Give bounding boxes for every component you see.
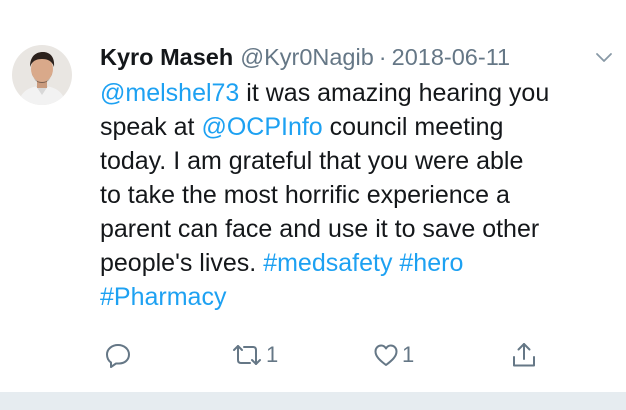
separator-dot: ·: [378, 44, 387, 70]
share-icon: [513, 343, 535, 367]
hashtag-link[interactable]: #hero: [399, 249, 463, 277]
tweet-text-line: parent can face and use it to save other: [100, 212, 620, 246]
tweet-text-segment: people's lives.: [100, 249, 264, 277]
tweet-text-line: @melshel73 it was amazing hearing you: [100, 76, 620, 110]
like-button[interactable]: 1: [372, 338, 414, 372]
retweet-count: 1: [266, 342, 279, 367]
avatar[interactable]: [12, 45, 72, 105]
reply-button[interactable]: [104, 338, 132, 372]
tweet-text-segment: parent can face and use it to save other: [100, 215, 540, 243]
like-count: 1: [402, 342, 415, 367]
tweet-text-line: to take the most horrific experience a: [100, 178, 620, 212]
retweet-button[interactable]: 1: [230, 338, 278, 372]
tweet-text-line: speak at @OCPInfo council meeting: [100, 110, 620, 144]
tweet-text-segment: speak at: [100, 113, 202, 141]
tweet-text-line: people's lives. #medsafety #hero: [100, 246, 620, 280]
heart-icon: [374, 344, 398, 366]
reply-icon: [106, 344, 130, 368]
chevron-down-icon[interactable]: [594, 49, 614, 65]
tweet-actions: 1 1: [100, 338, 560, 372]
tweet-text-segment: council meeting: [322, 113, 504, 141]
tweet-header: Kyro Maseh @Kyr0Nagib · 2018-06-11: [100, 42, 626, 72]
tweet-text-line: today. I am grateful that you were able: [100, 144, 620, 178]
tweet-date[interactable]: 2018-06-11: [392, 42, 510, 72]
hashtag-link[interactable]: #medsafety: [263, 249, 392, 277]
mention-link[interactable]: @OCPInfo: [201, 113, 322, 141]
tweet-card[interactable]: Kyro Maseh @Kyr0Nagib · 2018-06-11 @mels…: [0, 0, 626, 392]
divider-bar: [0, 392, 626, 410]
tweet-text-segment: today. I am grateful that you were able: [100, 147, 524, 175]
tweet-text-line: #Pharmacy: [100, 280, 620, 314]
hashtag-link[interactable]: #Pharmacy: [100, 283, 226, 311]
share-button[interactable]: [510, 338, 538, 372]
tweet-text-segment: it was amazing hearing you: [239, 79, 550, 107]
retweet-icon: [233, 345, 261, 365]
author-handle[interactable]: @Kyr0Nagib: [240, 42, 374, 72]
tweet-text-segment: to take the most horrific experience a: [100, 181, 510, 209]
tweet-text: @melshel73 it was amazing hearing you spe…: [100, 76, 620, 314]
mention-link[interactable]: @melshel73: [100, 79, 239, 107]
author-name[interactable]: Kyro Maseh: [100, 42, 233, 72]
avatar-image: [12, 45, 72, 105]
